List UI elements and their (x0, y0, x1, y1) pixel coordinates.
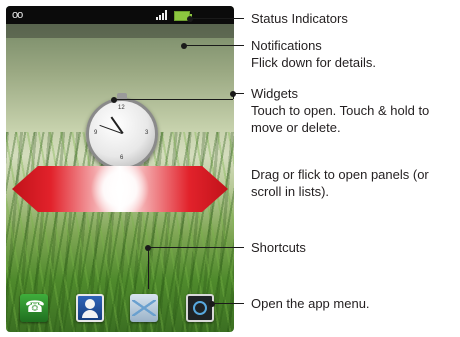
shortcuts-callout-drop (148, 247, 149, 289)
widgets-callout-line (111, 96, 233, 103)
status-bar[interactable]: oo (6, 6, 234, 24)
app-menu-callout-line (209, 300, 244, 307)
clock-numeral: 6 (120, 155, 124, 161)
voicemail-notification-icon: oo (12, 9, 23, 21)
widgets-callout-line-h (230, 90, 244, 97)
panel-swipe-arrow[interactable] (12, 166, 228, 212)
clock-numeral: 12 (118, 105, 125, 111)
panels-label: Drag or flick to open panels (or scroll … (251, 166, 429, 200)
phone-home-screen: oo 12 3 6 9 (6, 6, 234, 332)
notification-bar[interactable] (6, 24, 234, 38)
signal-bars-icon (156, 10, 170, 20)
widgets-title: Widgets (251, 86, 298, 101)
status-indicators-label: Status Indicators (251, 10, 348, 27)
email-icon[interactable] (130, 294, 158, 322)
page-indicator (64, 322, 141, 326)
notifications-description: Flick down for details. (251, 55, 376, 70)
clock-widget[interactable]: 12 3 6 9 (86, 93, 158, 170)
notifications-title: Notifications (251, 38, 322, 53)
notifications-label: Notifications Flick down for details. (251, 37, 376, 71)
shortcuts-label: Shortcuts (251, 239, 306, 256)
contacts-icon[interactable] (76, 294, 104, 322)
widgets-description-1: Touch to open. Touch & hold to (251, 103, 430, 118)
widgets-callout-line-v (233, 93, 234, 99)
panels-description-2: scroll in lists). (251, 184, 330, 199)
widgets-description-2: move or delete. (251, 120, 341, 135)
app-menu-label: Open the app menu. (251, 295, 370, 312)
app-menu-icon[interactable] (186, 294, 214, 322)
clock-numeral: 3 (145, 130, 149, 136)
notifications-callout-line (181, 42, 244, 49)
status-indicators-title: Status Indicators (251, 11, 348, 26)
shortcuts-callout-line (145, 244, 244, 251)
app-menu-title: Open the app menu. (251, 296, 370, 311)
widgets-label: Widgets Touch to open. Touch & hold to m… (251, 85, 429, 136)
clock-numeral: 9 (94, 130, 98, 136)
phone-icon[interactable] (20, 294, 48, 322)
shortcuts-title: Shortcuts (251, 240, 306, 255)
panels-description-1: Drag or flick to open panels (or (251, 167, 429, 182)
status-callout-line (187, 15, 244, 22)
